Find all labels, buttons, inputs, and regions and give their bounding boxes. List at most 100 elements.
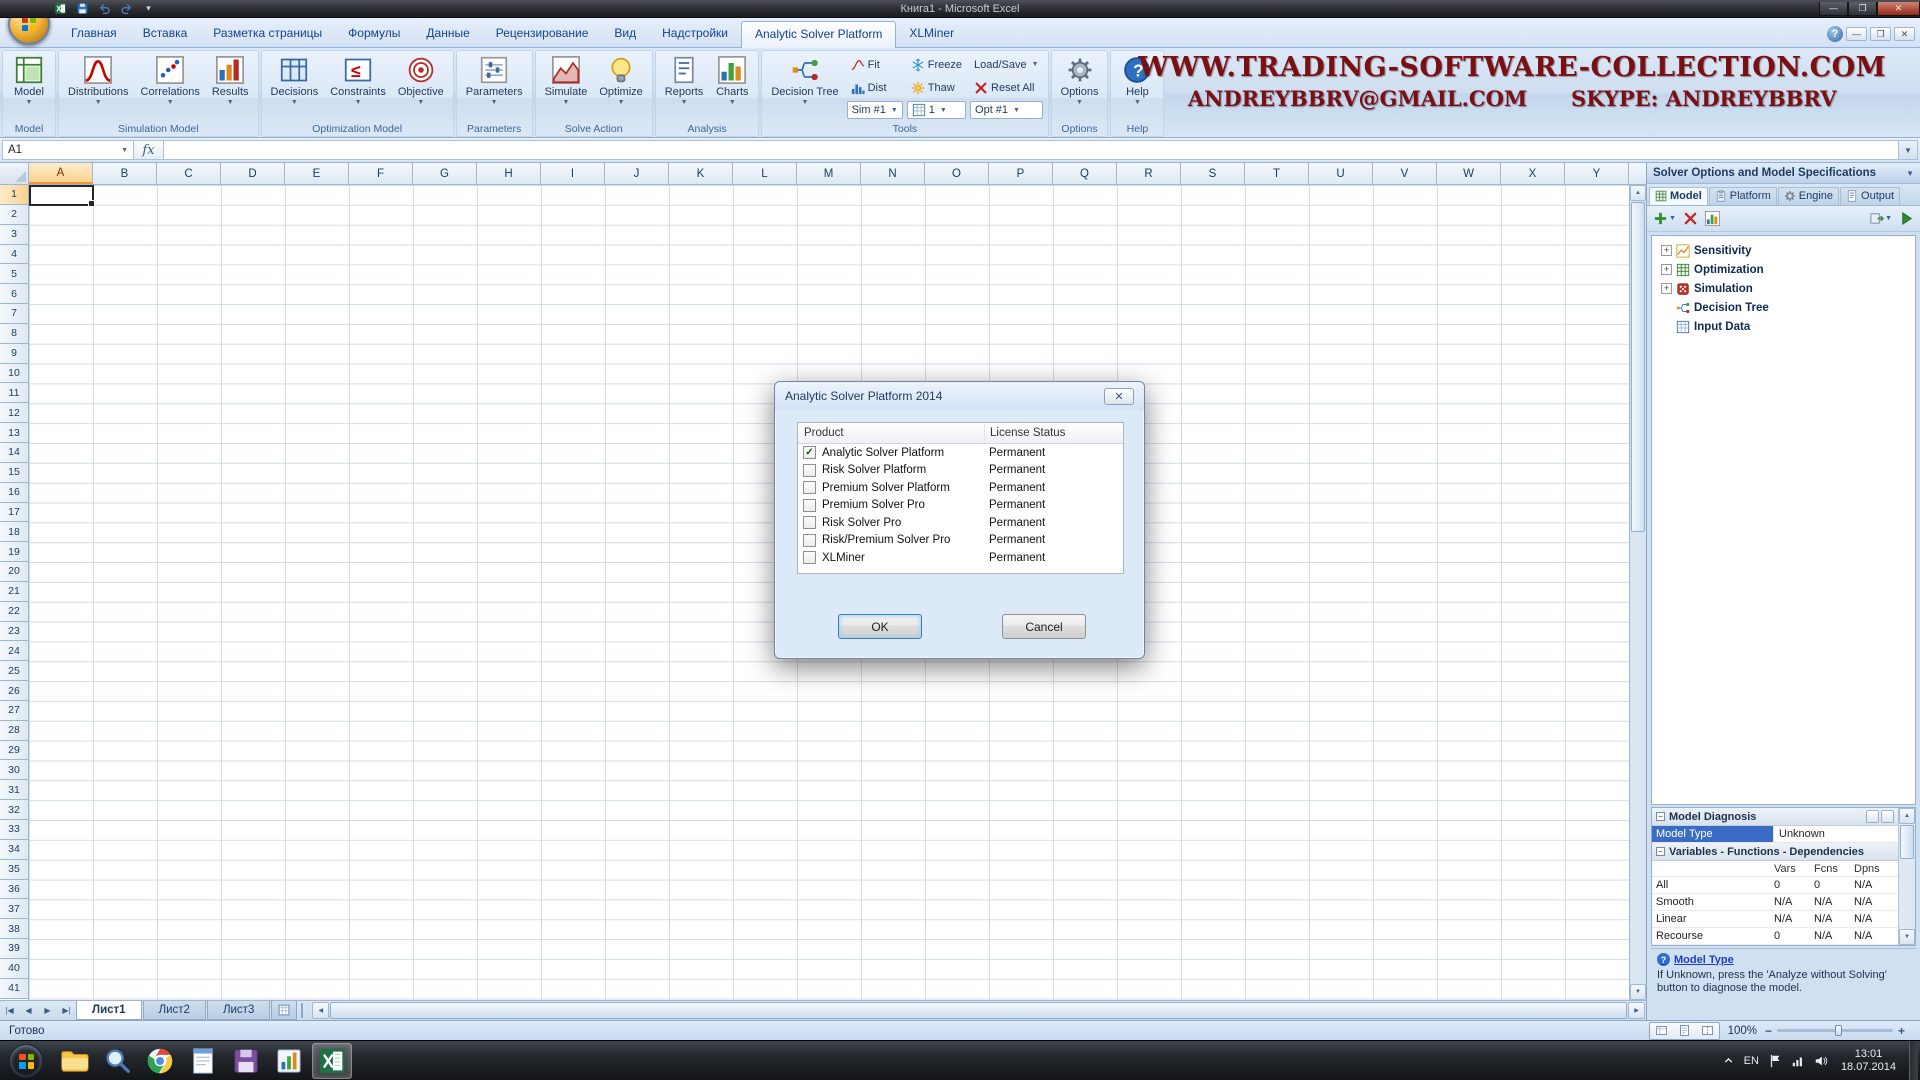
ribbon-tab-вид[interactable]: Вид bbox=[601, 21, 649, 47]
row-header-37[interactable]: 37 bbox=[0, 899, 28, 919]
column-header-r[interactable]: R bbox=[1117, 163, 1181, 184]
ribbon-tab-надстройки[interactable]: Надстройки bbox=[649, 21, 741, 47]
row-header-20[interactable]: 20 bbox=[0, 562, 28, 582]
ribbon-button-constraints[interactable]: ≤Constraints▼ bbox=[324, 53, 392, 121]
column-header-x[interactable]: X bbox=[1501, 163, 1565, 184]
column-header-n[interactable]: N bbox=[861, 163, 925, 184]
ribbon-button-reports[interactable]: Reports▼ bbox=[659, 53, 710, 121]
taskbar-item-app-disk[interactable] bbox=[226, 1043, 266, 1079]
ribbon-button-parameters[interactable]: Parameters▼ bbox=[460, 53, 529, 121]
pane-tab-platform[interactable]: Platform bbox=[1709, 187, 1777, 205]
column-header-d[interactable]: D bbox=[221, 163, 285, 184]
tree-item-input-data[interactable]: Input Data bbox=[1654, 317, 1913, 336]
ribbon-button-reset-all[interactable]: Reset All bbox=[970, 77, 1043, 98]
row-header-15[interactable]: 15 bbox=[0, 463, 28, 483]
column-header-w[interactable]: W bbox=[1437, 163, 1501, 184]
row-header-29[interactable]: 29 bbox=[0, 741, 28, 761]
column-header-y[interactable]: Y bbox=[1565, 163, 1629, 184]
refresh-icon[interactable] bbox=[1866, 810, 1879, 823]
row-header-41[interactable]: 41 bbox=[0, 979, 28, 999]
row-header-22[interactable]: 22 bbox=[0, 602, 28, 622]
ribbon-tab-главная[interactable]: Главная bbox=[58, 21, 130, 47]
sheet-tab-лист3[interactable]: Лист3 bbox=[207, 1001, 270, 1020]
checkbox-risk-solver-platform[interactable] bbox=[803, 464, 816, 477]
ribbon-tab-вставка[interactable]: Вставка bbox=[130, 21, 201, 47]
taskbar-item-app-chart[interactable] bbox=[269, 1043, 309, 1079]
taskbar-item-search[interactable] bbox=[97, 1043, 137, 1079]
row-header-3[interactable]: 3 bbox=[0, 225, 28, 245]
row-header-32[interactable]: 32 bbox=[0, 800, 28, 820]
row-header-11[interactable]: 11 bbox=[0, 383, 28, 403]
row-header-31[interactable]: 31 bbox=[0, 780, 28, 800]
ribbon-button-optimize[interactable]: Optimize▼ bbox=[593, 53, 648, 121]
ribbon-button-load-save[interactable]: Load/Save▼ bbox=[970, 54, 1043, 75]
column-header-q[interactable]: Q bbox=[1053, 163, 1117, 184]
ribbon-button-freeze[interactable]: Freeze bbox=[907, 54, 966, 75]
clock[interactable]: 13:01 18.07.2014 bbox=[1837, 1048, 1900, 1074]
row-header-4[interactable]: 4 bbox=[0, 245, 28, 265]
row-header-13[interactable]: 13 bbox=[0, 423, 28, 443]
tab-split-handle[interactable] bbox=[301, 1003, 308, 1018]
export-button[interactable]: ▼ bbox=[1867, 209, 1894, 229]
first-sheet-button[interactable]: |◀ bbox=[0, 1001, 19, 1020]
name-box-arrow-icon[interactable]: ▼ bbox=[121, 147, 128, 154]
formula-bar-expand-button[interactable]: ▼ bbox=[1899, 140, 1918, 160]
column-header-p[interactable]: P bbox=[989, 163, 1053, 184]
undo-button[interactable] bbox=[96, 2, 113, 16]
ribbon-button-decisions[interactable]: Decisions▼ bbox=[265, 53, 325, 121]
ribbon-tab-разметка-страницы[interactable]: Разметка страницы bbox=[200, 21, 335, 47]
horizontal-scroll-thumb[interactable] bbox=[330, 1002, 1627, 1019]
workbook-close-button[interactable]: ✕ bbox=[1894, 27, 1915, 41]
tray-expand-icon[interactable] bbox=[1722, 1054, 1735, 1067]
model-diagnosis-header[interactable]: − Model Diagnosis bbox=[1652, 808, 1898, 826]
workbook-restore-button[interactable]: ❐ bbox=[1870, 27, 1891, 41]
column-header-l[interactable]: L bbox=[733, 163, 797, 184]
language-indicator[interactable]: EN bbox=[1744, 1055, 1759, 1067]
row-header-14[interactable]: 14 bbox=[0, 443, 28, 463]
select-all-corner[interactable] bbox=[0, 163, 29, 184]
tree-item-sensitivity[interactable]: +Sensitivity bbox=[1654, 241, 1913, 260]
expand-icon[interactable]: + bbox=[1661, 264, 1672, 275]
row-header-12[interactable]: 12 bbox=[0, 403, 28, 423]
save-button[interactable] bbox=[74, 2, 91, 16]
diagnosis-scroll-thumb[interactable] bbox=[1900, 825, 1914, 859]
zoom-in-icon[interactable]: + bbox=[1898, 1024, 1905, 1038]
column-header-g[interactable]: G bbox=[413, 163, 477, 184]
ribbon-button-fit[interactable]: Fit bbox=[847, 54, 903, 75]
column-header-u[interactable]: U bbox=[1309, 163, 1373, 184]
show-desktop-button[interactable] bbox=[1909, 1041, 1918, 1080]
column-header-e[interactable]: E bbox=[285, 163, 349, 184]
taskbar-item-explorer[interactable] bbox=[54, 1043, 94, 1079]
row-header-8[interactable]: 8 bbox=[0, 324, 28, 344]
expand-icon[interactable]: + bbox=[1661, 245, 1672, 256]
network-icon[interactable] bbox=[1791, 1054, 1805, 1068]
row-header-10[interactable]: 10 bbox=[0, 364, 28, 384]
scroll-down-icon[interactable]: ▼ bbox=[1899, 929, 1915, 945]
row-header-1[interactable]: 1 bbox=[0, 185, 28, 205]
volume-icon[interactable] bbox=[1814, 1054, 1828, 1068]
column-header-o[interactable]: O bbox=[925, 163, 989, 184]
help-icon[interactable]: ? bbox=[1827, 26, 1843, 42]
insert-sheet-button[interactable] bbox=[271, 1001, 297, 1020]
page-layout-view-button[interactable] bbox=[1673, 1023, 1696, 1039]
checkbox-premium-solver-pro[interactable] bbox=[803, 499, 816, 512]
checkbox-xlminer[interactable] bbox=[803, 551, 816, 564]
properties-icon[interactable] bbox=[1881, 810, 1894, 823]
minimize-button[interactable]: — bbox=[1819, 2, 1848, 16]
column-header-t[interactable]: T bbox=[1245, 163, 1309, 184]
qat-customize-button[interactable]: ▾ bbox=[140, 2, 157, 16]
collapse-icon[interactable]: − bbox=[1656, 847, 1665, 856]
column-header-a[interactable]: A bbox=[29, 163, 93, 184]
row-header-5[interactable]: 5 bbox=[0, 264, 28, 284]
pane-tab-output[interactable]: Output bbox=[1840, 187, 1900, 205]
ribbon-button-1[interactable]: 1▼ bbox=[907, 101, 966, 119]
column-header-v[interactable]: V bbox=[1373, 163, 1437, 184]
row-header-34[interactable]: 34 bbox=[0, 840, 28, 860]
vertical-scroll-thumb[interactable] bbox=[1631, 202, 1645, 532]
prev-sheet-button[interactable]: ◀ bbox=[19, 1001, 38, 1020]
column-header-i[interactable]: I bbox=[541, 163, 605, 184]
scroll-right-icon[interactable]: ▶ bbox=[1628, 1002, 1645, 1019]
zoom-knob[interactable] bbox=[1835, 1025, 1842, 1036]
ribbon-button-charts[interactable]: Charts▼ bbox=[709, 53, 755, 121]
checkbox-risk-premium-solver-pro[interactable] bbox=[803, 534, 816, 547]
